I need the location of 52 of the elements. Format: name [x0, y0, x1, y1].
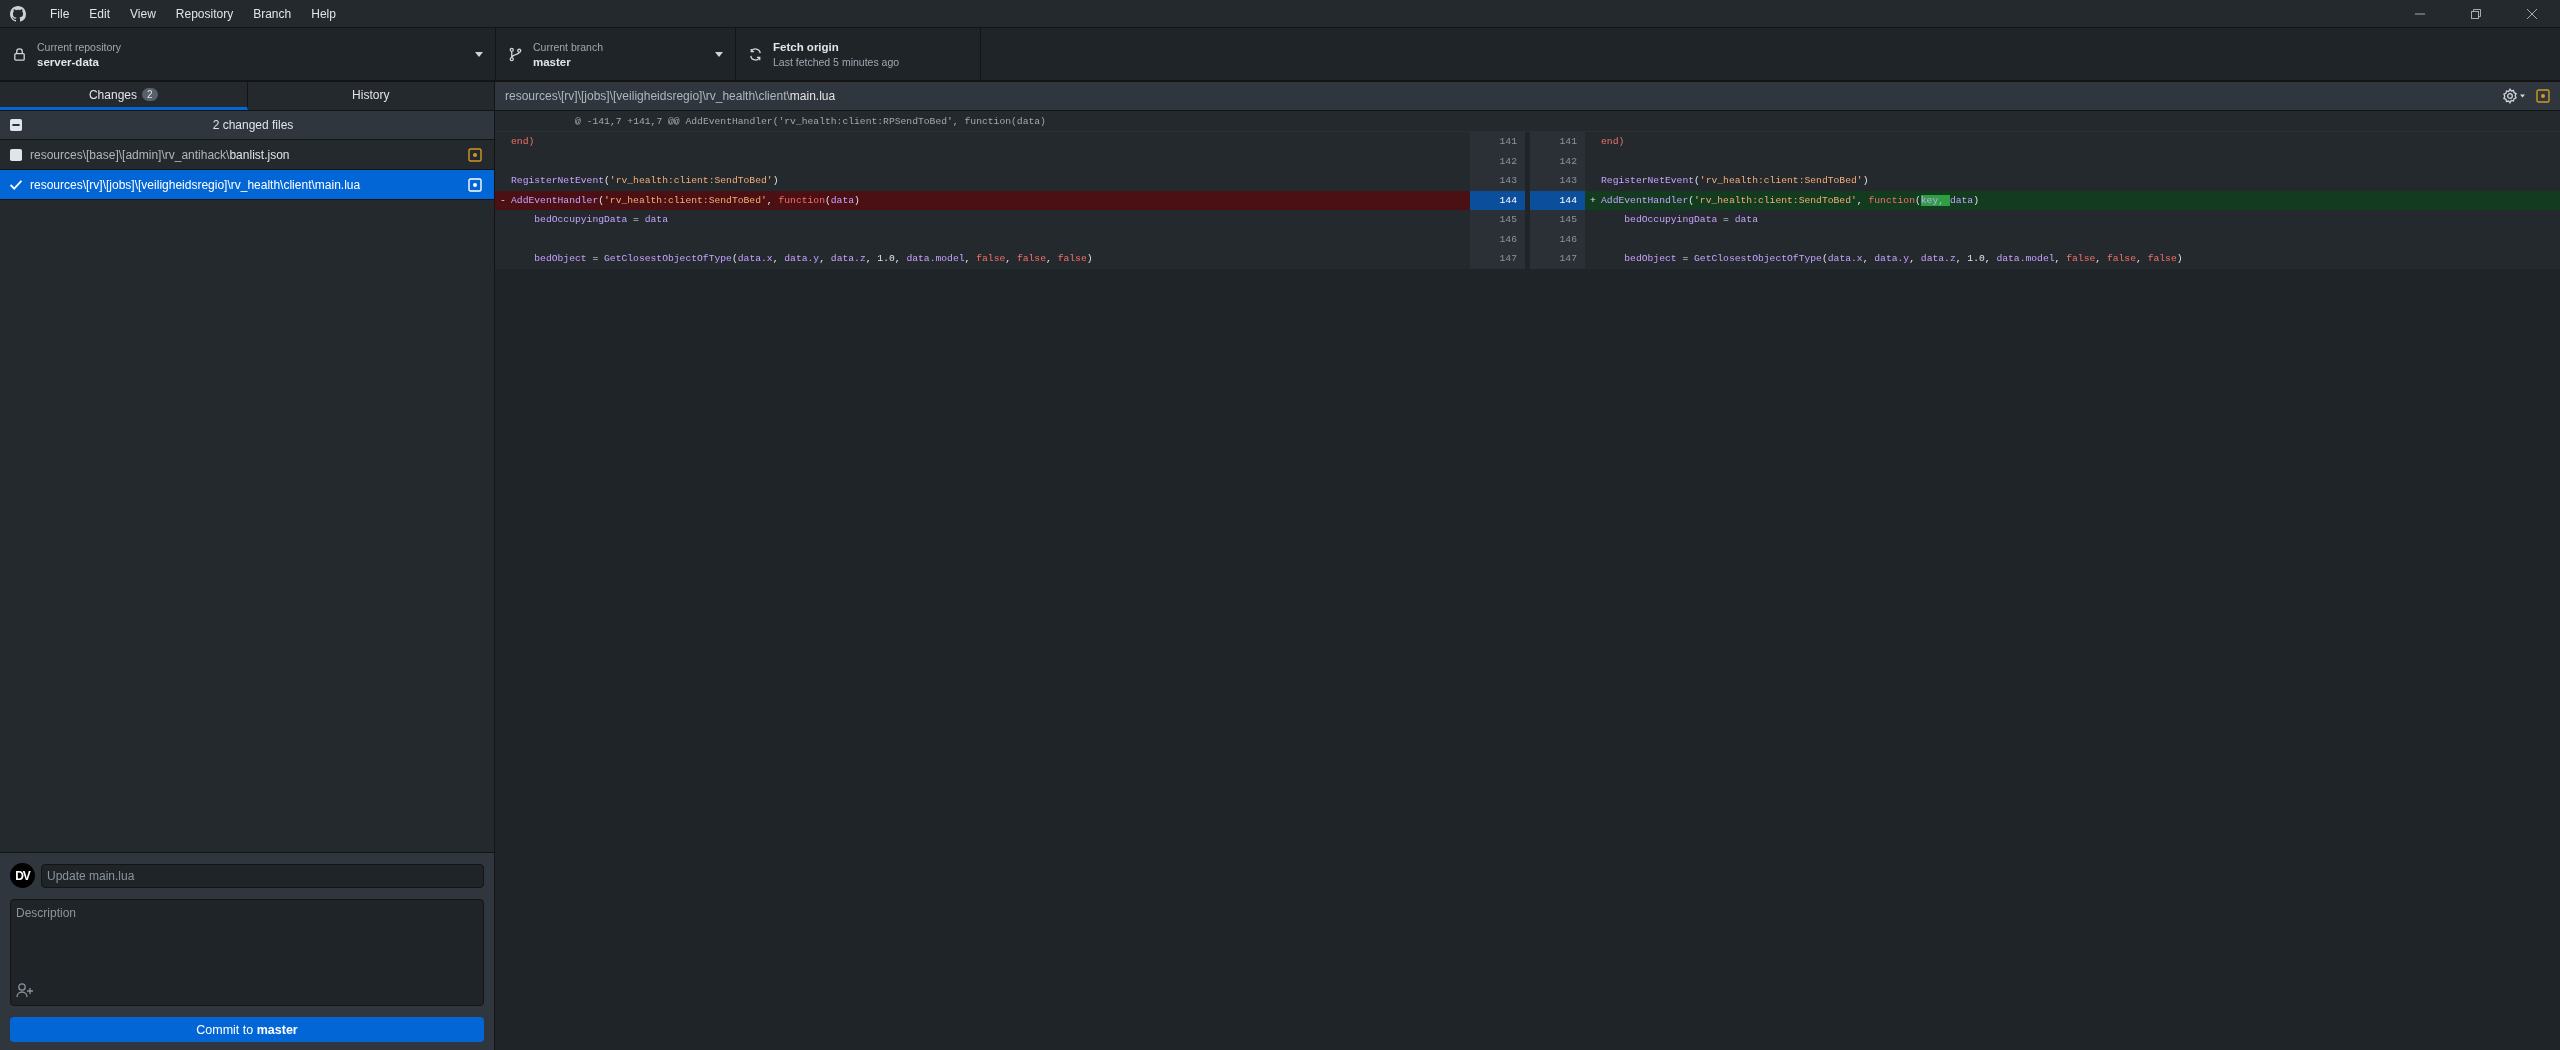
file-path: resources\[rv]\[jobs]\[veiligheidsregio]\rv_health\client\main.lua — [30, 177, 362, 192]
code-line: RegisterNetEvent('rv_health:client:SendToBed') — [1601, 175, 1869, 187]
menu-item[interactable]: Help — [301, 6, 346, 21]
file-path: resources\[base]\[admin]\rv_antihack\banlist.json — [30, 147, 291, 162]
fetch-title: Fetch origin — [773, 40, 840, 53]
code-line: end) — [1601, 136, 1625, 148]
menu-item[interactable]: View — [120, 6, 166, 21]
line-number: 146 — [1525, 229, 1585, 249]
summary-field[interactable]: Update main.lua — [41, 863, 484, 888]
line-number: 142 — [1470, 151, 1525, 171]
repository-name: server-data — [37, 55, 100, 68]
changed-files-count: 2 changed files — [211, 118, 295, 132]
code-line: bedOccupyingData = data — [533, 214, 668, 226]
code-line: bedObject = GetClosestObjectOfType(data.x, data.y, data.z, 1.0, data.model, false, false, false) — [533, 253, 1093, 265]
file-path: resources\[rv]\[jobs]\[veiligheidsregio]\rv_health\client\main.lua — [505, 89, 836, 103]
code-line: bedObject = GetClosestObjectOfType(data.x, data.y, data.z, 1.0, data.model, false, false, false) — [1623, 253, 2183, 265]
line-number: 141 — [1470, 132, 1525, 152]
description-field[interactable]: Description — [10, 899, 484, 1006]
branch-selector[interactable]: Current branch master — [496, 28, 736, 80]
code-line: end) — [511, 136, 535, 148]
code-line: RegisterNetEvent('rv_health:client:SendToBed') — [511, 175, 779, 187]
line-number: 147 — [1525, 249, 1585, 269]
file-row[interactable]: resources\[rv]\[jobs]\[veiligheidsregio]\rv_health\client\main.lua — [0, 170, 494, 200]
code-line: AddEventHandler('rv_health:client:SendToBed', function(key, data) — [1601, 194, 1979, 206]
menu-item[interactable]: Edit — [79, 6, 121, 21]
fetch-button[interactable]: Fetch origin Last fetched 5 minutes ago — [736, 28, 981, 80]
menu-item[interactable]: Branch — [243, 6, 302, 21]
fetch-subtitle: Last fetched 5 minutes ago — [773, 55, 901, 68]
line-number: 143 — [1525, 171, 1585, 191]
tab[interactable]: Changes 2 — [0, 82, 248, 110]
line-number: 144 — [1525, 190, 1585, 210]
line-number: 142 — [1525, 151, 1585, 171]
menu-item[interactable]: File — [40, 6, 80, 21]
diff-marker: - — [499, 194, 507, 206]
line-number: 147 — [1470, 249, 1525, 269]
count-badge: 2 — [142, 88, 158, 101]
branch-label: Current branch — [533, 40, 605, 53]
repository-selector[interactable]: Current repository server-data — [0, 28, 496, 80]
line-number: 141 — [1525, 132, 1585, 152]
line-number: 145 — [1470, 210, 1525, 230]
line-number: 146 — [1470, 229, 1525, 249]
avatar: DV — [10, 863, 35, 888]
menu-item[interactable]: Repository — [165, 6, 244, 21]
branch-name: master — [533, 55, 572, 68]
diff-marker: + — [1589, 194, 1597, 206]
line-number: 144 — [1470, 190, 1525, 210]
line-number: 145 — [1525, 210, 1585, 230]
commit-button[interactable]: Commit to master — [10, 1017, 484, 1042]
code-line: AddEventHandler('rv_health:client:SendToBed', function(data) — [511, 194, 860, 206]
repository-label: Current repository — [37, 40, 123, 53]
line-number: 143 — [1470, 171, 1525, 191]
code-line: bedOccupyingData = data — [1623, 214, 1758, 226]
